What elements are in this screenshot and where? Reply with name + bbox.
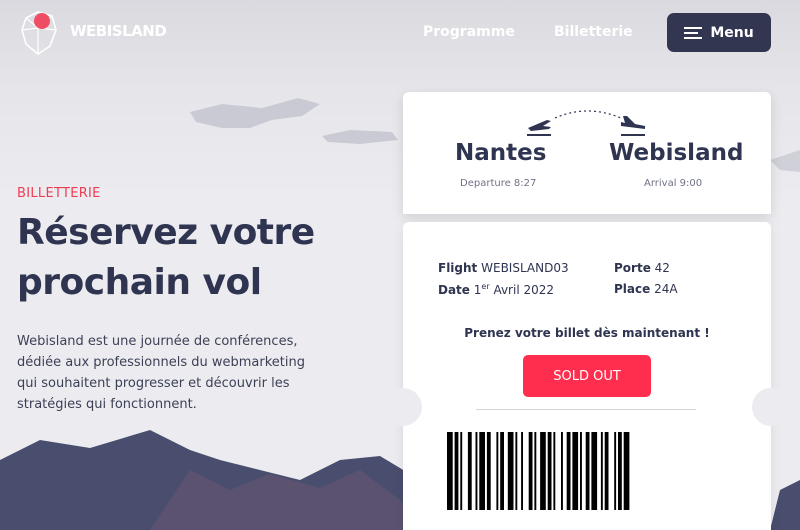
takeoff-plane-icon: [527, 120, 551, 136]
date-suffix: er: [481, 282, 490, 291]
nav-link-programme[interactable]: Programme: [423, 24, 515, 40]
page-title-line-2: prochain vol: [17, 262, 262, 303]
ticket-notch-right: [752, 388, 790, 426]
flight-info: Flight WEBISLAND03: [438, 261, 569, 275]
menu-button[interactable]: Menu: [667, 13, 771, 52]
webisland-logo-icon[interactable]: [18, 8, 60, 56]
date-label: Date: [438, 283, 470, 297]
flight-route-icon: [527, 110, 645, 136]
porte-label: Porte: [614, 261, 651, 275]
sold-out-button[interactable]: SOLD OUT: [523, 355, 651, 397]
porte-value: 42: [654, 261, 670, 275]
page-title-line-1: Réservez votre: [17, 212, 315, 253]
flight-value: WEBISLAND03: [481, 261, 569, 275]
section-eyebrow: BILLETTERIE: [17, 186, 101, 201]
ticket-divider: [476, 409, 696, 410]
hamburger-icon: [684, 26, 703, 39]
hero-description: Webisland est une journée de conférences…: [17, 334, 305, 412]
gate-info: Porte 42: [614, 261, 670, 275]
flight-label: Flight: [438, 261, 478, 275]
ticket-notch-left: [384, 388, 422, 426]
departure-time: Departure 8:27: [460, 178, 537, 189]
page-title: Réservez votre prochain vol: [17, 208, 377, 308]
place-label: Place: [614, 282, 651, 296]
date-info: Date 1er Avril 2022: [438, 282, 554, 297]
date-rest: Avril 2022: [493, 283, 555, 297]
menu-button-label: Menu: [710, 24, 754, 41]
landing-plane-icon: [621, 116, 645, 136]
place-value: 24A: [654, 282, 678, 296]
nav-link-billetterie[interactable]: Billetterie: [554, 24, 633, 40]
site-header: WEBISLAND Programme Billetterie Menu: [0, 0, 800, 70]
ticket-cta-text: Prenez votre billet dès maintenant !: [464, 326, 710, 340]
departure-city: Nantes: [455, 140, 547, 166]
arrival-city: Webisland: [609, 140, 744, 166]
arrival-time: Arrival 9:00: [644, 178, 703, 189]
logo-text[interactable]: WEBISLAND: [70, 22, 167, 40]
barcode-icon: [447, 432, 630, 510]
seat-info: Place 24A: [614, 282, 678, 296]
